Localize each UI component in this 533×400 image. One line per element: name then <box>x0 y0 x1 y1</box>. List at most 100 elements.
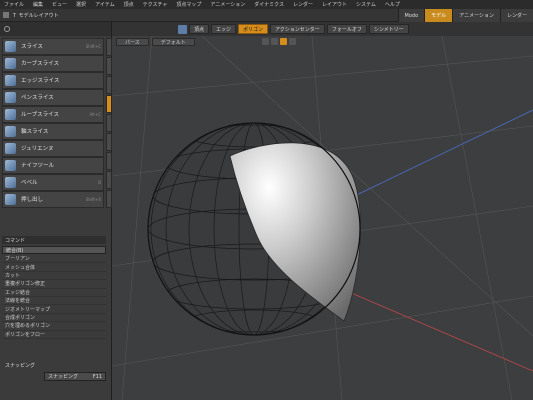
gear-icon[interactable] <box>4 26 10 32</box>
action-center-label: アクションセンター <box>275 26 320 33</box>
layout-icon <box>3 12 9 18</box>
window-title: Ｔ モデルレイアウト <box>12 12 59 19</box>
grid-icon[interactable] <box>289 38 296 45</box>
tool-julienne[interactable]: ジュリエンヌ <box>2 140 104 157</box>
command-item[interactable]: カット <box>2 272 106 281</box>
tool-shortcut: B <box>98 179 101 185</box>
tool-panel: スライス Shift+C カーブスライス エッジスライス ペンスライス ループスラ… <box>0 22 112 400</box>
menu-help[interactable]: ヘルプ <box>385 1 400 8</box>
tool-slice[interactable]: スライス Shift+C <box>2 38 104 55</box>
menu-view[interactable]: ビュー <box>52 1 67 8</box>
tool-shortcut: Alt+C <box>89 111 101 117</box>
tool-loop-slice[interactable]: ループスライス Alt+C <box>2 106 104 123</box>
pen-slice-icon <box>5 91 16 103</box>
command-item[interactable]: メッシュ合体 <box>2 263 106 272</box>
action-center-button[interactable]: アクションセンター <box>270 24 325 34</box>
tool-shortcut: Shift+X <box>85 196 101 202</box>
tool-label: スライス <box>21 44 43 51</box>
snapping-label: スナッピング <box>48 374 79 380</box>
tool-label: ジュリエンヌ <box>21 146 54 153</box>
tool-edge-slice[interactable]: エッジスライス <box>2 72 104 89</box>
tool-label: ペンスライス <box>21 95 54 102</box>
tool-label: エッジスライス <box>21 78 60 85</box>
menu-vertex[interactable]: 頂点 <box>124 1 134 8</box>
edge-mode-label: エッジ <box>216 26 232 33</box>
mode-tabs: Modo モデル アニメーション レンダー <box>397 9 533 22</box>
tool-axis-slice[interactable]: 軸スライス <box>2 123 104 140</box>
mode-tab-render[interactable]: レンダー <box>499 9 533 22</box>
tool-panel-header <box>0 22 111 36</box>
command-item[interactable]: ジオメトリーマップ <box>2 305 106 314</box>
command-item[interactable]: ポリゴンをフロー <box>2 331 106 339</box>
menu-edit[interactable]: 編集 <box>33 1 43 8</box>
tool-label: カーブスライス <box>21 61 60 68</box>
command-item[interactable]: 重複ポリゴン修正 <box>2 280 106 289</box>
3d-viewport[interactable]: パース デフォルト <box>112 36 533 400</box>
command-item[interactable]: エッジ結合 <box>2 289 106 297</box>
tool-label: 軸スライス <box>21 129 49 136</box>
tool-label: ループスライス <box>21 112 60 119</box>
symmetry-button[interactable]: シンメトリー <box>368 24 409 34</box>
camera-icon[interactable] <box>271 38 278 45</box>
menu-system[interactable]: システム <box>356 1 376 8</box>
command-item[interactable]: ブーリアン <box>2 255 106 264</box>
julienne-icon <box>5 142 16 154</box>
edge-slice-icon <box>5 74 16 86</box>
shading-tab[interactable]: デフォルト <box>151 38 195 46</box>
tool-label: ベベル <box>21 180 38 187</box>
snapping-button[interactable]: スナッピング F11 <box>44 372 106 381</box>
viewport-canvas <box>112 36 533 400</box>
falloff-button[interactable]: フォールオフ <box>326 24 367 34</box>
menu-file[interactable]: ファイル <box>4 1 24 8</box>
menu-select[interactable]: 選択 <box>76 1 86 8</box>
layout-toolbar: Ｔ モデルレイアウト Modo モデル アニメーション レンダー <box>0 9 533 22</box>
command-item[interactable]: 穴を埋めるポリゴン <box>2 322 106 331</box>
selection-mode-bar: 頂点 エッジ ポリゴン アクションセンター フォールオフ シンメトリー <box>112 22 533 36</box>
menu-vertex-map[interactable]: 頂点マップ <box>176 1 201 8</box>
wireframe-sphere-icon[interactable] <box>280 38 287 45</box>
vertex-mode-button[interactable]: 頂点 <box>189 24 210 34</box>
knife-icon <box>5 159 16 171</box>
command-item[interactable]: 法線を統合 <box>2 297 106 306</box>
menu-bar: ファイル 編集 ビュー 選択 アイテム 頂点 テクスチャ 頂点マップ アニメーシ… <box>0 0 533 9</box>
menu-layout[interactable]: レイアウト <box>322 1 347 8</box>
viewport-icons <box>262 38 298 45</box>
mode-tab-model[interactable]: モデル <box>424 9 453 22</box>
tool-curve-slice[interactable]: カーブスライス <box>2 55 104 72</box>
command-dropdown[interactable]: 統合(B) <box>2 246 106 254</box>
command-list: ブーリアン メッシュ合体 カット 重複ポリゴン修正 エッジ結合 法線を統合 ジオ… <box>2 255 106 339</box>
menu-animation[interactable]: アニメーション <box>210 1 245 8</box>
select-item-icon[interactable] <box>178 24 187 34</box>
view-mode-tab[interactable]: パース <box>116 38 149 46</box>
tool-label: ナイフツール <box>21 163 55 170</box>
menu-item[interactable]: アイテム <box>95 1 115 8</box>
command-item[interactable]: 合成ポリゴン <box>2 314 106 323</box>
loop-slice-icon <box>5 108 16 120</box>
tool-pen-slice[interactable]: ペンスライス <box>2 89 104 106</box>
bevel-icon <box>5 176 16 188</box>
eye-icon[interactable] <box>262 38 269 45</box>
layout-selector[interactable]: Ｔ モデルレイアウト <box>0 12 112 19</box>
mode-tab-modo[interactable]: Modo <box>397 9 425 22</box>
tool-extrude[interactable]: 押し出し Shift+X <box>2 191 104 208</box>
falloff-label: フォールオフ <box>331 26 362 33</box>
menu-render[interactable]: レンダー <box>293 1 313 8</box>
polygon-mode-label: ポリゴン <box>243 26 264 33</box>
snapping-header: スナッピング <box>5 362 36 369</box>
curve-slice-icon <box>5 57 16 69</box>
axis-slice-icon <box>5 125 16 137</box>
mode-tab-animation[interactable]: アニメーション <box>452 9 500 22</box>
tool-label: 押し出し <box>21 197 44 204</box>
extrude-icon <box>5 193 16 205</box>
menu-dynamics[interactable]: ダイナミクス <box>254 1 284 8</box>
snapping-shortcut: F11 <box>92 373 102 380</box>
menu-texture[interactable]: テクスチャ <box>143 1 168 8</box>
viewport-tabs: パース デフォルト <box>116 38 198 46</box>
polygon-mode-button[interactable]: ポリゴン <box>238 24 269 34</box>
command-header: コマンド <box>2 236 106 244</box>
tool-knife[interactable]: ナイフツール <box>2 157 104 174</box>
symmetry-label: シンメトリー <box>373 26 404 33</box>
tool-bevel[interactable]: ベベル B <box>2 174 104 191</box>
slice-icon <box>5 40 16 52</box>
edge-mode-button[interactable]: エッジ <box>211 24 237 34</box>
